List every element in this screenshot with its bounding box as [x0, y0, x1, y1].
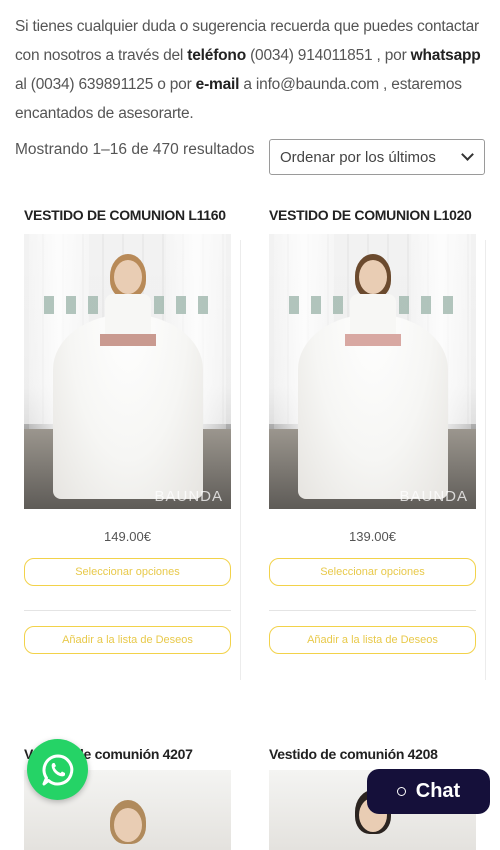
divider: [269, 610, 476, 611]
product-price: 149.00€: [104, 529, 151, 544]
product-card: VESTIDO DE COMUNION L1020 BAUNDA 139.00€…: [269, 207, 476, 654]
product-image[interactable]: BAUNDA: [269, 234, 476, 509]
results-count: Mostrando 1–16 de 470 resultados: [15, 141, 255, 158]
email-label: e-mail: [195, 76, 240, 93]
whatsapp-label: whatsapp: [410, 47, 481, 64]
add-to-wishlist-button[interactable]: Añadir a la lista de Deseos: [24, 626, 231, 654]
phone-label: teléfono: [187, 47, 246, 64]
sort-select[interactable]: Ordenar por los últimos: [269, 139, 485, 175]
product-card: VESTIDO DE COMUNION L1160 BAUNDA 149.00€…: [24, 207, 231, 654]
add-to-wishlist-button[interactable]: Añadir a la lista de Deseos: [269, 626, 476, 654]
chat-label: Chat: [415, 780, 461, 802]
sort-selected-value: Ordenar por los últimos: [280, 148, 436, 166]
whatsapp-icon: [42, 754, 73, 785]
chat-button[interactable]: Chat: [367, 769, 490, 814]
column-divider: [485, 240, 486, 680]
intro-text: al (0034) 639891125 o por: [15, 76, 196, 93]
column-divider: [240, 240, 241, 680]
whatsapp-button[interactable]: [27, 739, 88, 800]
intro-text: (0034) 914011851 , por: [245, 47, 411, 64]
product-price: 139.00€: [349, 529, 396, 544]
chevron-down-icon: [461, 148, 474, 161]
product-title[interactable]: Vestido de comunión 4208: [269, 746, 476, 762]
brand-watermark: BAUNDA: [399, 488, 468, 505]
divider: [24, 610, 231, 611]
contact-intro: Si tienes cualquier duda o sugerencia re…: [15, 12, 485, 128]
brand-watermark: BAUNDA: [154, 488, 223, 505]
chat-icon: [396, 787, 406, 796]
product-image[interactable]: BAUNDA: [24, 234, 231, 509]
product-title[interactable]: VESTIDO DE COMUNION L1020: [269, 207, 476, 223]
product-title[interactable]: VESTIDO DE COMUNION L1160: [24, 207, 231, 223]
select-options-button[interactable]: Seleccionar opciones: [24, 558, 231, 586]
select-options-button[interactable]: Seleccionar opciones: [269, 558, 476, 586]
